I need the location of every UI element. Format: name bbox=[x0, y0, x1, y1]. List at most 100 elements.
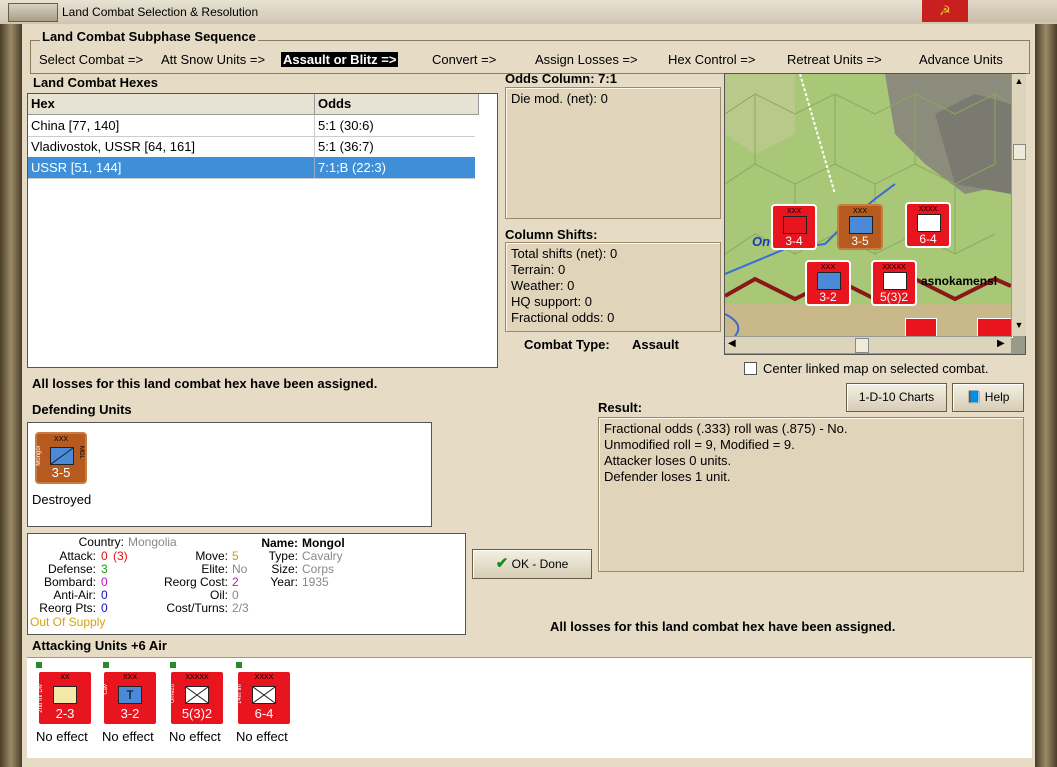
counter-strength: 3-5 bbox=[51, 465, 71, 480]
counter-size: XXXX bbox=[918, 206, 938, 213]
system-menu-button[interactable] bbox=[8, 3, 58, 22]
scroll-right-icon[interactable]: ▶ bbox=[997, 338, 1005, 349]
result-title: Result: bbox=[598, 400, 643, 415]
help-button[interactable]: 📘 Help bbox=[952, 383, 1024, 412]
attack-label: Attack: bbox=[59, 549, 96, 563]
die-mod: Die mod. (net): 0 bbox=[511, 91, 608, 106]
odds-cell: 7:1;B (22:3) bbox=[314, 157, 386, 178]
infantry-symbol bbox=[252, 686, 276, 704]
table-row[interactable]: China [77, 140] 5:1 (30:6) bbox=[28, 115, 475, 137]
move-label: Move: bbox=[195, 549, 228, 563]
size-value: Corps bbox=[302, 562, 335, 576]
subphase-title: Land Combat Subphase Sequence bbox=[40, 29, 258, 44]
map-counter[interactable]: XXXX 6-4 bbox=[905, 202, 951, 248]
hex-cell: USSR [51, 144] bbox=[31, 160, 122, 175]
infantry-cross-icon bbox=[185, 686, 209, 704]
map-hscroll[interactable]: ◀ ▶ bbox=[725, 336, 1011, 353]
elite-label: Elite: bbox=[201, 562, 228, 576]
attacking-counter[interactable]: XX 2nd Inf Div 2-3 bbox=[37, 670, 93, 726]
map-counter[interactable]: XXX 3-2 bbox=[805, 260, 851, 306]
charts-button[interactable]: 1-D-10 Charts bbox=[846, 383, 947, 412]
close-button[interactable]: ☭ bbox=[922, 0, 968, 22]
infantry-symbol bbox=[185, 686, 209, 704]
window-title: Land Combat Selection & Resolution bbox=[62, 5, 259, 19]
defending-title: Defending Units bbox=[32, 402, 132, 417]
ok-done-label: OK - Done bbox=[511, 557, 569, 571]
attacker-status: No effect bbox=[236, 729, 288, 744]
map-vscroll-thumb[interactable] bbox=[1013, 144, 1026, 160]
supply-status: Out Of Supply bbox=[30, 615, 106, 629]
counter-name: 14th Inf bbox=[237, 684, 243, 705]
country-label: Country: bbox=[78, 535, 124, 549]
antiair-label: Anti-Air: bbox=[53, 588, 96, 602]
cavalry-symbol bbox=[849, 216, 873, 234]
map-counter-partial[interactable] bbox=[977, 318, 1013, 338]
shift-weather: Weather: 0 bbox=[511, 278, 575, 293]
counter-strength: 5(3)2 bbox=[181, 706, 213, 721]
cavalry-slash-icon bbox=[50, 447, 74, 465]
infantry-symbol bbox=[883, 272, 907, 290]
attacker-status: No effect bbox=[36, 729, 88, 744]
scroll-left-icon[interactable]: ◀ bbox=[728, 338, 736, 349]
costturns-label: Cost/Turns: bbox=[166, 601, 228, 615]
counter-size: XX bbox=[60, 674, 70, 681]
bombard-value: 0 bbox=[101, 575, 108, 589]
hexes-title: Land Combat Hexes bbox=[33, 75, 158, 90]
attacking-counter[interactable]: XXXX 14th Inf 6-4 bbox=[236, 670, 292, 726]
table-row[interactable]: Vladivostok, USSR [64, 161] 5:1 (36:7) bbox=[28, 136, 475, 158]
ok-done-button[interactable]: ✔ OK - Done bbox=[472, 549, 592, 579]
hex-cell: Vladivostok, USSR [64, 161] bbox=[31, 139, 196, 154]
hammer-sickle-icon: ☭ bbox=[939, 3, 951, 18]
name-label: Name: bbox=[261, 536, 298, 550]
reorgpts-value: 0 bbox=[101, 601, 108, 615]
defending-units-box: XXX Mongol MGL 3-5 Destroyed bbox=[27, 422, 432, 527]
defense-label: Defense: bbox=[47, 562, 96, 576]
combat-type-label: Combat Type: bbox=[524, 337, 610, 352]
infantry-cross-icon bbox=[252, 686, 276, 704]
defending-counter[interactable]: XXX Mongol MGL 3-5 bbox=[35, 432, 87, 484]
step-assault-blitz: Assault or Blitz => bbox=[281, 52, 399, 67]
step-retreat: Retreat Units => bbox=[787, 52, 882, 67]
shifts-box: Total shifts (net): 0 Terrain: 0 Weather… bbox=[505, 242, 721, 332]
hex-cell: China [77, 140] bbox=[31, 118, 120, 133]
map-hscroll-thumb[interactable] bbox=[855, 338, 869, 353]
center-map-checkbox[interactable] bbox=[744, 362, 757, 375]
result-box: Fractional odds (.333) roll was (.875) -… bbox=[598, 417, 1024, 572]
oil-label: Oil: bbox=[210, 588, 228, 602]
shift-hq: HQ support: 0 bbox=[511, 294, 592, 309]
counter-status-dot bbox=[169, 661, 177, 669]
counter-strength: 5(3)2 bbox=[879, 290, 908, 304]
counter-strength: 6-4 bbox=[254, 706, 274, 721]
counter-strength: 3-2 bbox=[819, 290, 837, 304]
map-label-town: asnokamensl bbox=[921, 274, 998, 288]
counter-status-dot bbox=[35, 661, 43, 669]
shift-fractional: Fractional odds: 0 bbox=[511, 310, 615, 325]
linked-map[interactable]: On asnokamensl XXX 3-4 XXX 3-5 XXXX 6-4 … bbox=[724, 73, 1026, 355]
table-row-selected[interactable]: USSR [51, 144] 7:1;B (22:3) bbox=[28, 157, 475, 179]
attacking-counter[interactable]: XXXXX Umezu 5(3)2 bbox=[169, 670, 225, 726]
attacking-counter[interactable]: XXX Cav T 3-2 bbox=[102, 670, 158, 726]
year-label: Year: bbox=[270, 575, 298, 589]
counter-strength: 3-2 bbox=[120, 706, 140, 721]
counter-size: XXX bbox=[852, 208, 867, 215]
losses-message-top: All losses for this land combat hex have… bbox=[32, 376, 378, 391]
antiair-value: 0 bbox=[101, 588, 108, 602]
map-counter-mongol[interactable]: XXX 3-5 bbox=[837, 204, 883, 250]
defense-value: 3 bbox=[101, 562, 108, 576]
counter-strength: 3-5 bbox=[851, 234, 869, 248]
map-counter-partial[interactable] bbox=[905, 318, 937, 338]
map-counter[interactable]: XXX 3-4 bbox=[771, 204, 817, 250]
type-label: Type: bbox=[268, 549, 298, 563]
oil-value: 0 bbox=[232, 588, 239, 602]
infantry-symbol bbox=[53, 686, 77, 704]
counter-size: XXX bbox=[820, 264, 835, 271]
scroll-down-icon[interactable]: ▼ bbox=[1013, 320, 1025, 332]
map-vscroll[interactable]: ▲ ▼ bbox=[1011, 74, 1026, 336]
attacker-status: No effect bbox=[102, 729, 154, 744]
map-counter[interactable]: XXXXX 5(3)2 bbox=[871, 260, 917, 306]
col-odds[interactable]: Odds bbox=[315, 94, 479, 115]
book-icon: 📘 bbox=[966, 390, 982, 404]
attack-value: 0 bbox=[101, 549, 108, 563]
col-hex[interactable]: Hex bbox=[28, 94, 315, 115]
scroll-up-icon[interactable]: ▲ bbox=[1013, 76, 1025, 88]
